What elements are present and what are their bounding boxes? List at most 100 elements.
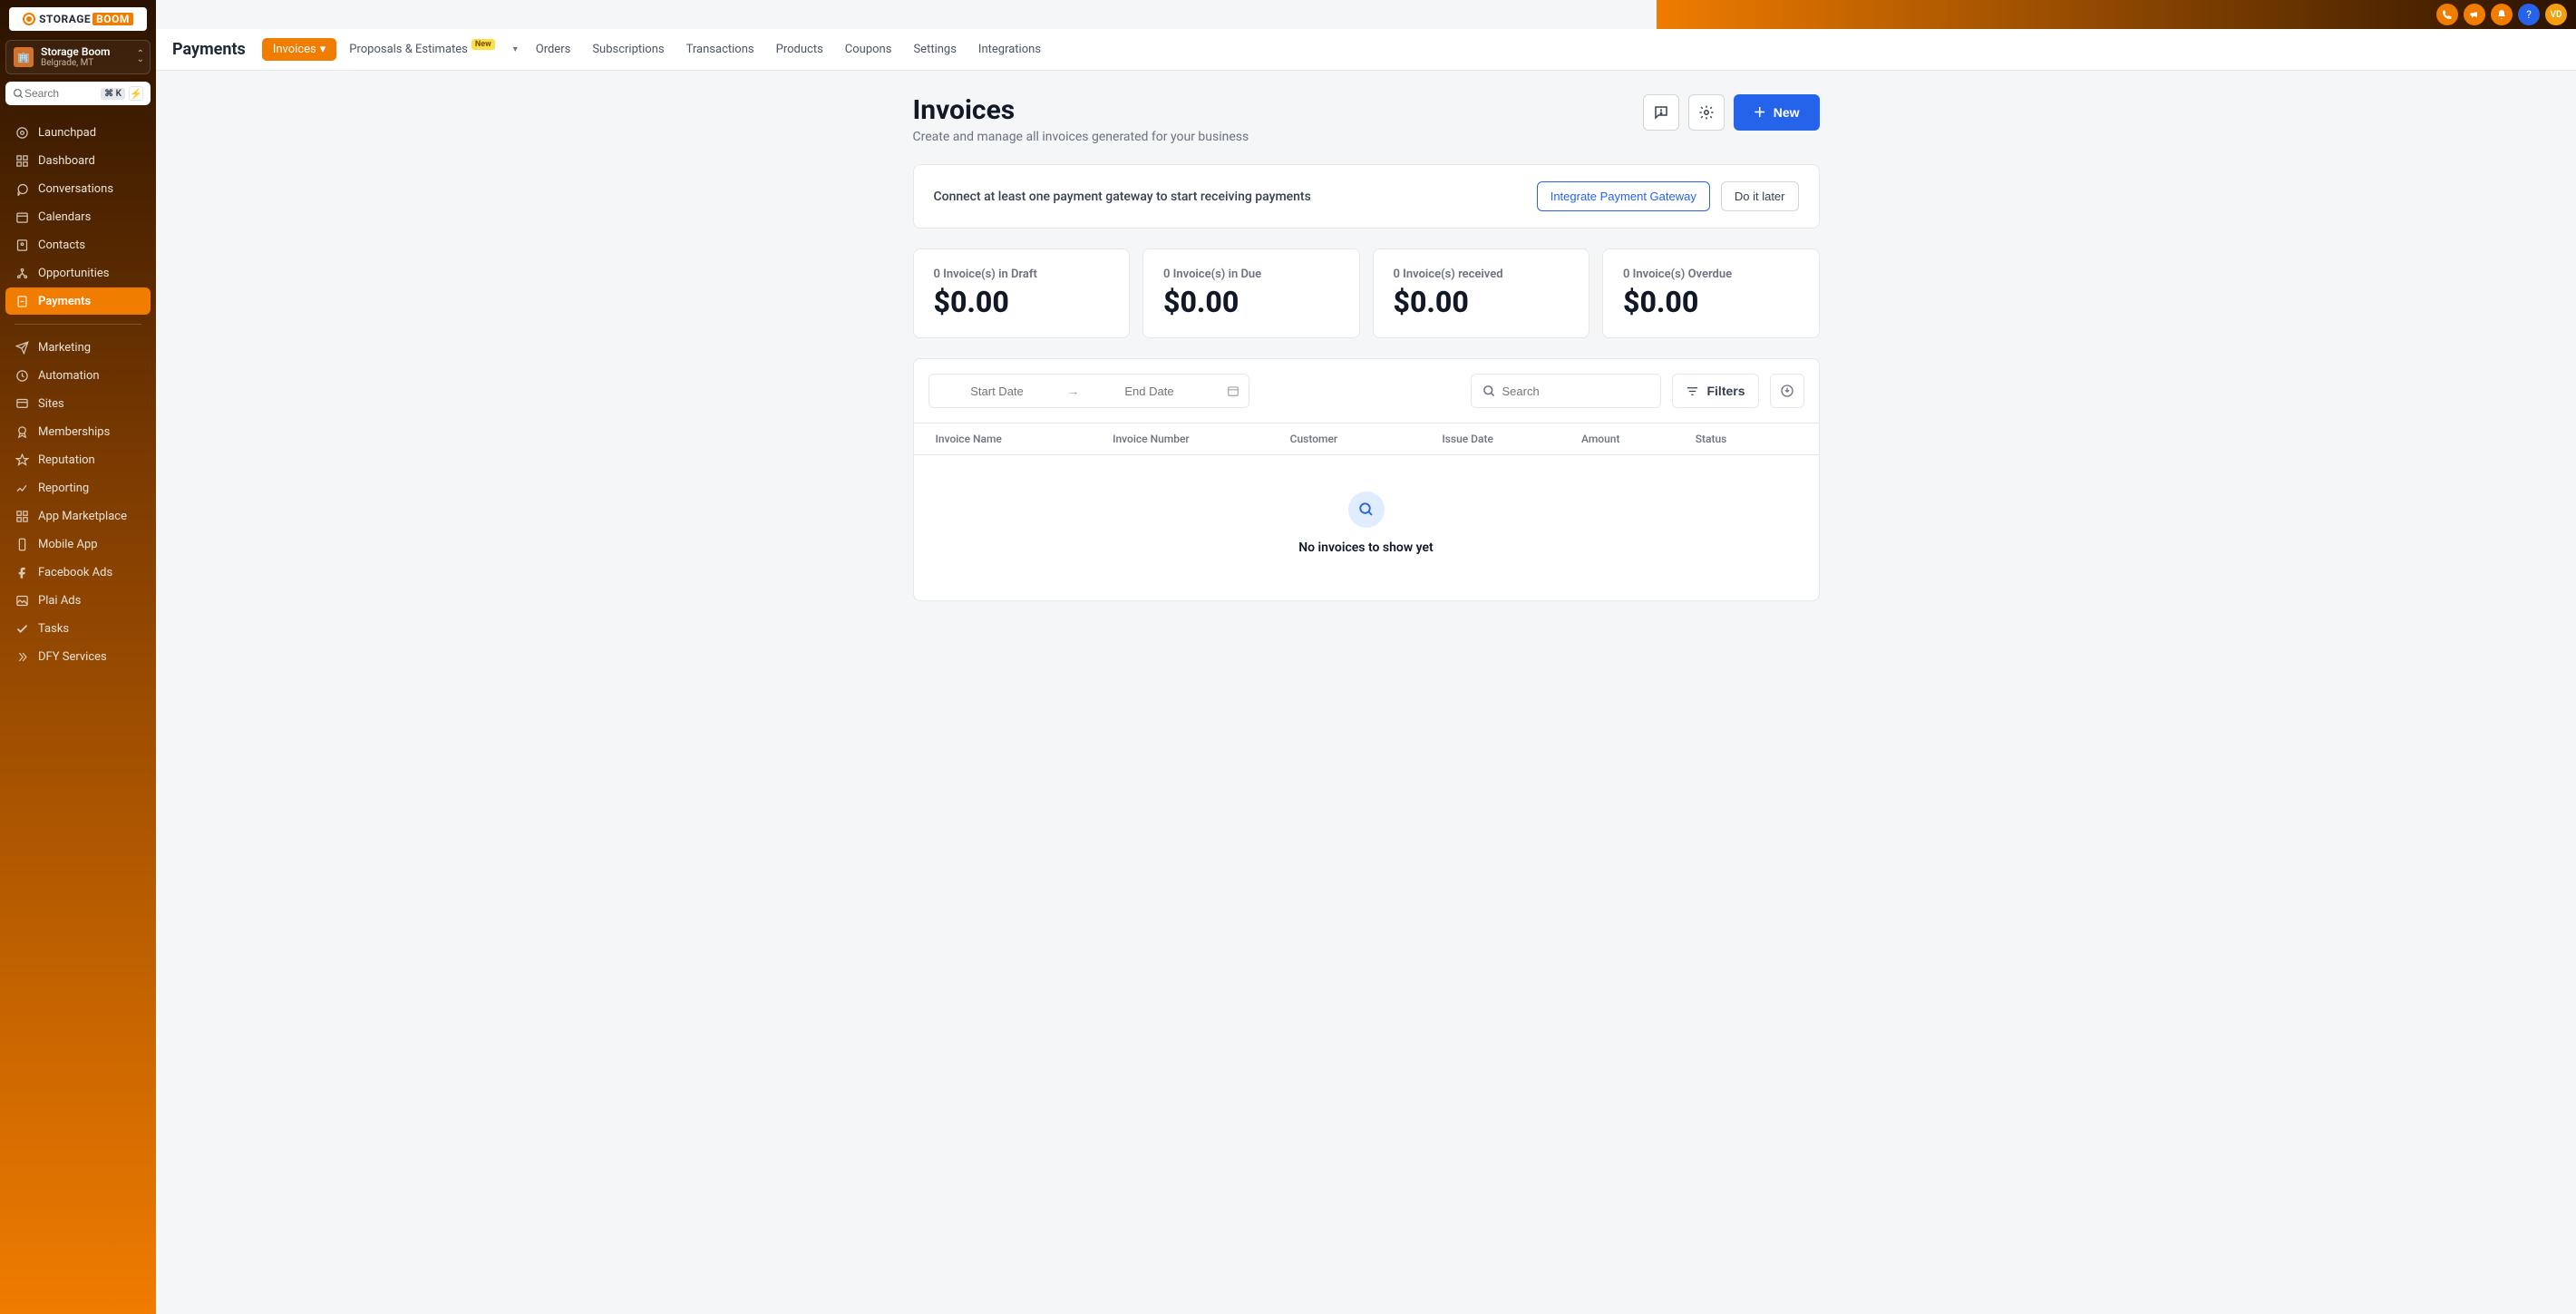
sidebar-item-mobile-app[interactable]: Mobile App <box>5 530 151 558</box>
sidebar-item-reporting[interactable]: Reporting <box>5 474 151 501</box>
brand-name-a: STORAGE <box>39 13 91 25</box>
bolt-icon[interactable]: ⚡ <box>129 86 143 101</box>
filters-button[interactable]: Filters <box>1672 374 1758 408</box>
nav-separator <box>15 324 141 325</box>
sidebar-item-calendars[interactable]: Calendars <box>5 203 151 230</box>
sidebar-item-reputation[interactable]: Reputation <box>5 446 151 473</box>
col-customer: Customer <box>1290 433 1443 445</box>
stat-draft: 0 Invoice(s) in Draft $0.00 <box>913 248 1131 338</box>
facebook-icon <box>15 565 29 579</box>
plus-icon: ＋ <box>1754 103 1766 122</box>
start-date-input[interactable] <box>929 375 1065 407</box>
megaphone-icon[interactable] <box>2464 4 2485 25</box>
page-header: Invoices Create and manage all invoices … <box>913 94 1820 144</box>
download-button[interactable] <box>1770 374 1804 408</box>
payments-icon <box>15 294 29 308</box>
filter-icon <box>1686 384 1699 398</box>
sidebar-item-opportunities[interactable]: Opportunities <box>5 259 151 287</box>
account-switcher[interactable]: 🏢 Storage Boom Belgrade, MT ⌃⌄ <box>5 40 151 74</box>
stat-received: 0 Invoice(s) received $0.00 <box>1373 248 1590 338</box>
badge-icon <box>15 424 29 439</box>
account-avatar: 🏢 <box>14 47 34 67</box>
sidebar-search-input[interactable] <box>24 87 73 100</box>
star-icon <box>15 453 29 467</box>
tab-settings[interactable]: Settings <box>904 37 965 62</box>
chat-icon <box>15 181 29 196</box>
tab-invoices[interactable]: Invoices ▾ <box>262 38 336 61</box>
empty-search-icon <box>1348 492 1385 528</box>
sidebar-item-marketing[interactable]: Marketing <box>5 334 151 361</box>
col-invoice-number: Invoice Number <box>1113 433 1290 445</box>
table-header-row: Invoice Name Invoice Number Customer Iss… <box>914 423 1819 455</box>
sidebar-item-launchpad[interactable]: Launchpad <box>5 119 151 146</box>
help-icon[interactable]: ? <box>2518 4 2540 25</box>
col-issue-date: Issue Date <box>1442 433 1581 445</box>
sidebar-item-dashboard[interactable]: Dashboard <box>5 147 151 174</box>
settings-button[interactable] <box>1688 94 1725 131</box>
sidebar-item-plai-ads[interactable]: Plai Ads <box>5 587 151 614</box>
chevron-down-icon[interactable]: ▾ <box>508 44 523 54</box>
do-it-later-button[interactable]: Do it later <box>1721 181 1799 211</box>
sidebar-item-app-marketplace[interactable]: App Marketplace <box>5 502 151 530</box>
integrate-gateway-button[interactable]: Integrate Payment Gateway <box>1537 181 1710 211</box>
sidebar-item-automation[interactable]: Automation <box>5 362 151 389</box>
logo-icon <box>23 13 35 25</box>
rocket-icon <box>15 125 29 140</box>
phone-icon[interactable] <box>2436 4 2458 25</box>
sidebar-item-payments[interactable]: Payments <box>5 287 151 315</box>
page-subtitle: Create and manage all invoices generated… <box>913 130 1249 144</box>
subnav: Payments Invoices ▾ Proposals & Estimate… <box>156 29 2576 71</box>
date-range-picker[interactable]: → <box>928 374 1249 408</box>
bell-icon[interactable] <box>2491 4 2513 25</box>
calendar-icon <box>1218 384 1249 397</box>
brand-name-b: BOOM <box>92 13 133 25</box>
tab-orders[interactable]: Orders <box>527 37 580 62</box>
sidebar-item-conversations[interactable]: Conversations <box>5 175 151 202</box>
chart-icon <box>15 481 29 495</box>
tab-coupons[interactable]: Coupons <box>836 37 901 62</box>
content-scroll[interactable]: Invoices Create and manage all invoices … <box>156 71 2576 1314</box>
stat-due: 0 Invoice(s) in Due $0.00 <box>1142 248 1360 338</box>
account-name: Storage Boom <box>41 46 110 58</box>
arrow-right-icon: → <box>1065 384 1082 399</box>
topbar: ? VD <box>156 0 2576 29</box>
stats-row: 0 Invoice(s) in Draft $0.00 0 Invoice(s)… <box>913 248 1820 338</box>
stat-overdue: 0 Invoice(s) Overdue $0.00 <box>1602 248 1820 338</box>
mobile-icon <box>15 537 29 551</box>
brand-logo[interactable]: STORAGEBOOM <box>9 7 147 31</box>
new-button[interactable]: ＋ New <box>1734 94 1820 131</box>
col-status: Status <box>1696 433 1797 445</box>
col-invoice-name: Invoice Name <box>936 433 1113 445</box>
sites-icon <box>15 396 29 411</box>
invoice-table-card: → <box>913 358 1820 601</box>
col-amount: Amount <box>1581 433 1696 445</box>
check-icon <box>15 621 29 636</box>
table-search[interactable] <box>1471 374 1661 408</box>
search-icon <box>13 88 24 100</box>
sidebar-search[interactable]: ⌘ K ⚡ <box>5 82 151 105</box>
sidebar-item-tasks[interactable]: Tasks <box>5 615 151 642</box>
feedback-button[interactable] <box>1643 94 1679 131</box>
apps-icon <box>15 509 29 523</box>
end-date-input[interactable] <box>1082 375 1218 407</box>
tab-integrations[interactable]: Integrations <box>969 37 1050 62</box>
grid-icon <box>15 153 29 168</box>
empty-state: No invoices to show yet <box>914 455 1819 600</box>
sidebar-item-dfy-services[interactable]: DFY Services <box>5 643 151 670</box>
sidebar-item-sites[interactable]: Sites <box>5 390 151 417</box>
tab-proposals-estimates[interactable]: Proposals & Estimates New <box>340 37 503 62</box>
image-icon <box>15 593 29 608</box>
sidebar-item-contacts[interactable]: Contacts <box>5 231 151 258</box>
calendar-icon <box>15 209 29 224</box>
tab-transactions[interactable]: Transactions <box>677 37 763 62</box>
table-search-input[interactable] <box>1502 384 1649 398</box>
automation-icon <box>15 368 29 383</box>
tab-subscriptions[interactable]: Subscriptions <box>583 37 673 62</box>
sidebar-item-facebook-ads[interactable]: Facebook Ads <box>5 559 151 586</box>
search-kbd: ⌘ K <box>101 88 125 100</box>
sidebar-nav: Launchpad Dashboard Conversations Calend… <box>0 112 156 1314</box>
user-avatar[interactable]: VD <box>2545 4 2567 25</box>
sidebar-item-memberships[interactable]: Memberships <box>5 418 151 445</box>
tab-products[interactable]: Products <box>767 37 832 62</box>
chevron-down-icon: ▾ <box>320 43 326 56</box>
